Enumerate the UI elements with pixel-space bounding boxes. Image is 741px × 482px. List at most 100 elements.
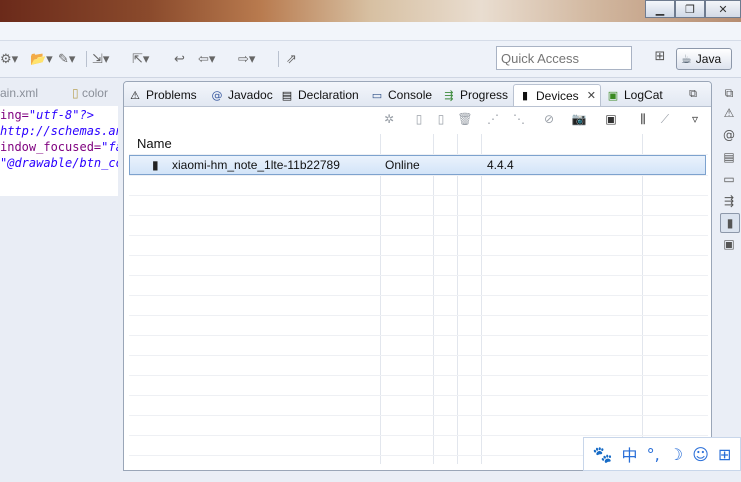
- quick-access-input[interactable]: [496, 46, 632, 70]
- row-divider: [129, 255, 708, 256]
- update-threads-icon[interactable]: ⋰: [484, 111, 502, 127]
- logcat-icon: ▣: [607, 88, 619, 102]
- device-name: xiaomi-hm_note_1lte-11b22789: [172, 158, 340, 172]
- systrace-icon[interactable]: ▣: [602, 111, 620, 127]
- row-divider: [129, 215, 708, 216]
- tab-label: LogCat: [624, 88, 663, 102]
- java-perspective-label: Java: [695, 52, 722, 66]
- launch-icon[interactable]: ✎▾: [58, 50, 75, 68]
- tab-label: Declaration: [298, 88, 359, 102]
- code-editor[interactable]: ing="utf-8"?> http://schemas.and indow_f…: [0, 106, 118, 196]
- device-version: 4.4.4: [487, 158, 514, 172]
- declaration-icon[interactable]: ▤: [720, 148, 738, 166]
- problems-icon: ⚠: [130, 88, 140, 102]
- tab-progress[interactable]: ⇶ Progress: [442, 85, 508, 105]
- tab-logcat[interactable]: ▣ LogCat: [606, 85, 663, 105]
- declaration-icon: ▤: [281, 88, 293, 102]
- tab-label: Problems: [146, 88, 197, 102]
- tab-devices[interactable]: ▮ Devices ✕: [513, 84, 601, 106]
- opengl-trace-icon[interactable]: ⫼: [634, 111, 652, 127]
- row-divider: [129, 335, 708, 336]
- minimize-button[interactable]: ▁: [645, 0, 675, 18]
- update-heap-icon[interactable]: ▯: [410, 111, 428, 127]
- forward-icon[interactable]: ⇨▾: [238, 50, 255, 68]
- row-divider: [129, 435, 708, 436]
- maximize-icon[interactable]: ⧉: [689, 87, 697, 101]
- tab-javadoc[interactable]: @ Javadoc: [210, 85, 273, 105]
- devices-toolbar: ✲ ▯ ▯ 🗑 ⋰ ⋱ ⊘ 📷 ▣ ⫼ ⟋ ▿: [124, 107, 711, 131]
- row-divider: [129, 235, 708, 236]
- java-perspective-icon: ☕: [681, 52, 692, 66]
- close-icon[interactable]: ✕: [587, 89, 596, 102]
- view-menu-icon[interactable]: ▿: [686, 111, 704, 127]
- row-divider: [129, 195, 708, 196]
- row-divider: [129, 375, 708, 376]
- code-line: "@drawable/btn_co: [0, 156, 118, 170]
- row-divider: [129, 295, 708, 296]
- row-divider: [129, 415, 708, 416]
- open-perspective-icon[interactable]: ⊞: [651, 49, 669, 67]
- grid-icon[interactable]: ⊞: [718, 445, 731, 464]
- row-divider: [129, 275, 708, 276]
- pin-editor-icon[interactable]: ⇗: [286, 50, 297, 68]
- hierarchy-dump-icon[interactable]: ⟋: [656, 111, 674, 127]
- close-button[interactable]: ✕: [705, 0, 741, 18]
- views-panel: ⚠ Problems @ Javadoc ▤ Declaration ▭ Con…: [123, 81, 712, 471]
- last-edit-icon[interactable]: ↩: [174, 50, 185, 68]
- ime-toolbar: 🐾 中 °, ☽ ☺ ⊞: [583, 437, 741, 471]
- row-divider: [129, 355, 708, 356]
- tab-label: Devices: [536, 88, 579, 103]
- screen-capture-icon[interactable]: 📷: [570, 111, 588, 127]
- next-annotation-icon[interactable]: ⇲▾: [92, 50, 109, 68]
- debug-process-icon[interactable]: ✲: [380, 111, 398, 127]
- devices-table: Name ▮ xiaomi-hm_note_1lte-11b22789 Onli…: [129, 134, 708, 470]
- moon-icon[interactable]: ☽: [669, 445, 683, 464]
- javadoc-icon[interactable]: @: [720, 126, 738, 144]
- toolbar-separator: [278, 51, 279, 67]
- restore-icon[interactable]: ⧉: [720, 84, 738, 102]
- toolbar-separator: [86, 51, 87, 67]
- menu-bar: [0, 22, 741, 41]
- editor-tab-color[interactable]: ▯ color: [72, 86, 108, 100]
- tab-declaration[interactable]: ▤ Declaration: [280, 85, 359, 105]
- logcat-icon[interactable]: ▣: [720, 235, 738, 253]
- back-icon[interactable]: ⇦▾: [198, 50, 215, 68]
- console-icon[interactable]: ▭: [720, 170, 738, 188]
- tab-label: Progress: [460, 88, 509, 102]
- xml-file-icon: ▯: [72, 86, 79, 100]
- java-perspective-button[interactable]: ☕ Java: [676, 48, 732, 70]
- user-icon[interactable]: ☺: [692, 445, 709, 464]
- ime-mode-toggle[interactable]: 中: [622, 442, 638, 466]
- progress-icon[interactable]: ⇶: [720, 192, 738, 210]
- problems-icon[interactable]: ⚠: [720, 104, 738, 122]
- cause-gc-icon[interactable]: 🗑: [456, 111, 474, 127]
- row-divider: [129, 175, 708, 176]
- start-method-profiling-icon[interactable]: ⋱: [510, 111, 528, 127]
- open-folder-icon[interactable]: 📂▾: [30, 50, 53, 68]
- punctuation-toggle[interactable]: °,: [647, 445, 660, 464]
- editor-tabs: ain.xml ▯ color: [0, 82, 120, 104]
- editor-empty-area: [0, 196, 118, 482]
- tab-console[interactable]: ▭ Console: [370, 85, 432, 105]
- table-row[interactable]: ▮ xiaomi-hm_note_1lte-11b22789 Online 4.…: [129, 155, 706, 175]
- stop-process-icon[interactable]: ⊘: [540, 111, 558, 127]
- device-state: Online: [385, 158, 420, 172]
- column-header-name[interactable]: Name: [137, 134, 172, 154]
- tab-problems[interactable]: ⚠ Problems: [128, 85, 197, 105]
- dump-hprof-icon[interactable]: ▯: [432, 111, 450, 127]
- code-line: http://schemas.and: [0, 124, 118, 138]
- debug-dropdown-icon[interactable]: ⚙▾: [0, 50, 18, 68]
- progress-icon: ⇶: [444, 88, 454, 102]
- restore-button[interactable]: ❐: [675, 0, 705, 18]
- row-divider: [129, 395, 708, 396]
- paw-icon[interactable]: 🐾: [593, 445, 613, 464]
- javadoc-icon: @: [211, 88, 223, 102]
- prev-annotation-icon[interactable]: ⇱▾: [132, 50, 149, 68]
- editor-tab-color-label: color: [81, 86, 108, 100]
- window-titlebar: [0, 0, 741, 22]
- code-line: indow_focused="fa: [0, 140, 118, 154]
- device-icon: ▮: [521, 89, 529, 102]
- editor-tab-main-xml[interactable]: ain.xml: [0, 86, 38, 100]
- phone-icon: ▮: [152, 158, 159, 172]
- device-icon[interactable]: ▮: [720, 213, 740, 233]
